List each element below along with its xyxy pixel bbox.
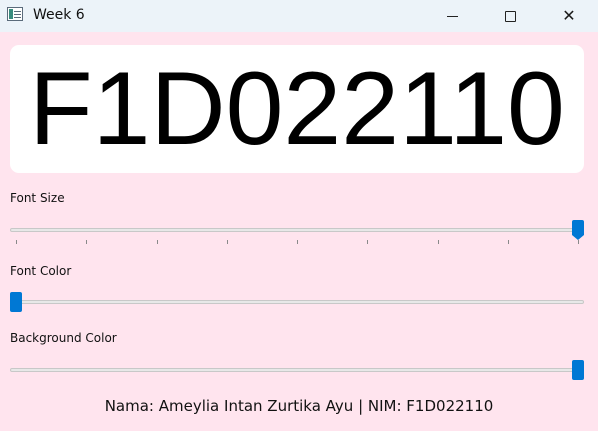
slider-tick-mark — [297, 240, 298, 244]
slider-thumb[interactable] — [572, 360, 584, 380]
display-text: F1D022110 — [29, 51, 565, 167]
close-icon: ✕ — [562, 6, 576, 25]
slider-track — [10, 228, 584, 232]
font-color-label: Font Color — [10, 264, 72, 278]
slider-tick-mark — [578, 240, 579, 244]
slider-thumb[interactable] — [10, 292, 22, 312]
slider-tick-mark — [226, 240, 228, 244]
font-size-ticks — [10, 240, 584, 246]
title-bar: Week 6 ✕ — [0, 0, 598, 32]
slider-tick-mark — [16, 240, 17, 244]
font-size-label: Font Size — [10, 191, 65, 205]
background-color-slider[interactable] — [10, 359, 584, 381]
slider-track — [10, 300, 584, 304]
maximize-button[interactable] — [481, 0, 539, 32]
student-info-label: Nama: Ameylia Intan Zurtika Ayu | NIM: F… — [104, 397, 494, 415]
slider-track — [10, 368, 584, 372]
slider-tick-mark — [437, 240, 439, 244]
slider-tick-mark — [367, 240, 369, 244]
slider-tick-mark — [86, 240, 88, 244]
background-color-label: Background Color — [10, 331, 117, 345]
app-window-icon — [7, 7, 23, 21]
minimize-button[interactable] — [423, 0, 481, 32]
slider-thumb[interactable] — [572, 220, 584, 240]
maximize-icon — [504, 10, 516, 22]
font-color-slider[interactable] — [10, 291, 584, 313]
slider-tick-mark — [156, 240, 158, 244]
display-panel: F1D022110 — [10, 45, 584, 173]
minimize-icon — [446, 15, 458, 17]
slider-tick-mark — [507, 240, 509, 244]
close-button[interactable]: ✕ — [540, 0, 598, 32]
font-size-slider[interactable] — [10, 219, 584, 241]
window-title: Week 6 — [33, 7, 85, 23]
